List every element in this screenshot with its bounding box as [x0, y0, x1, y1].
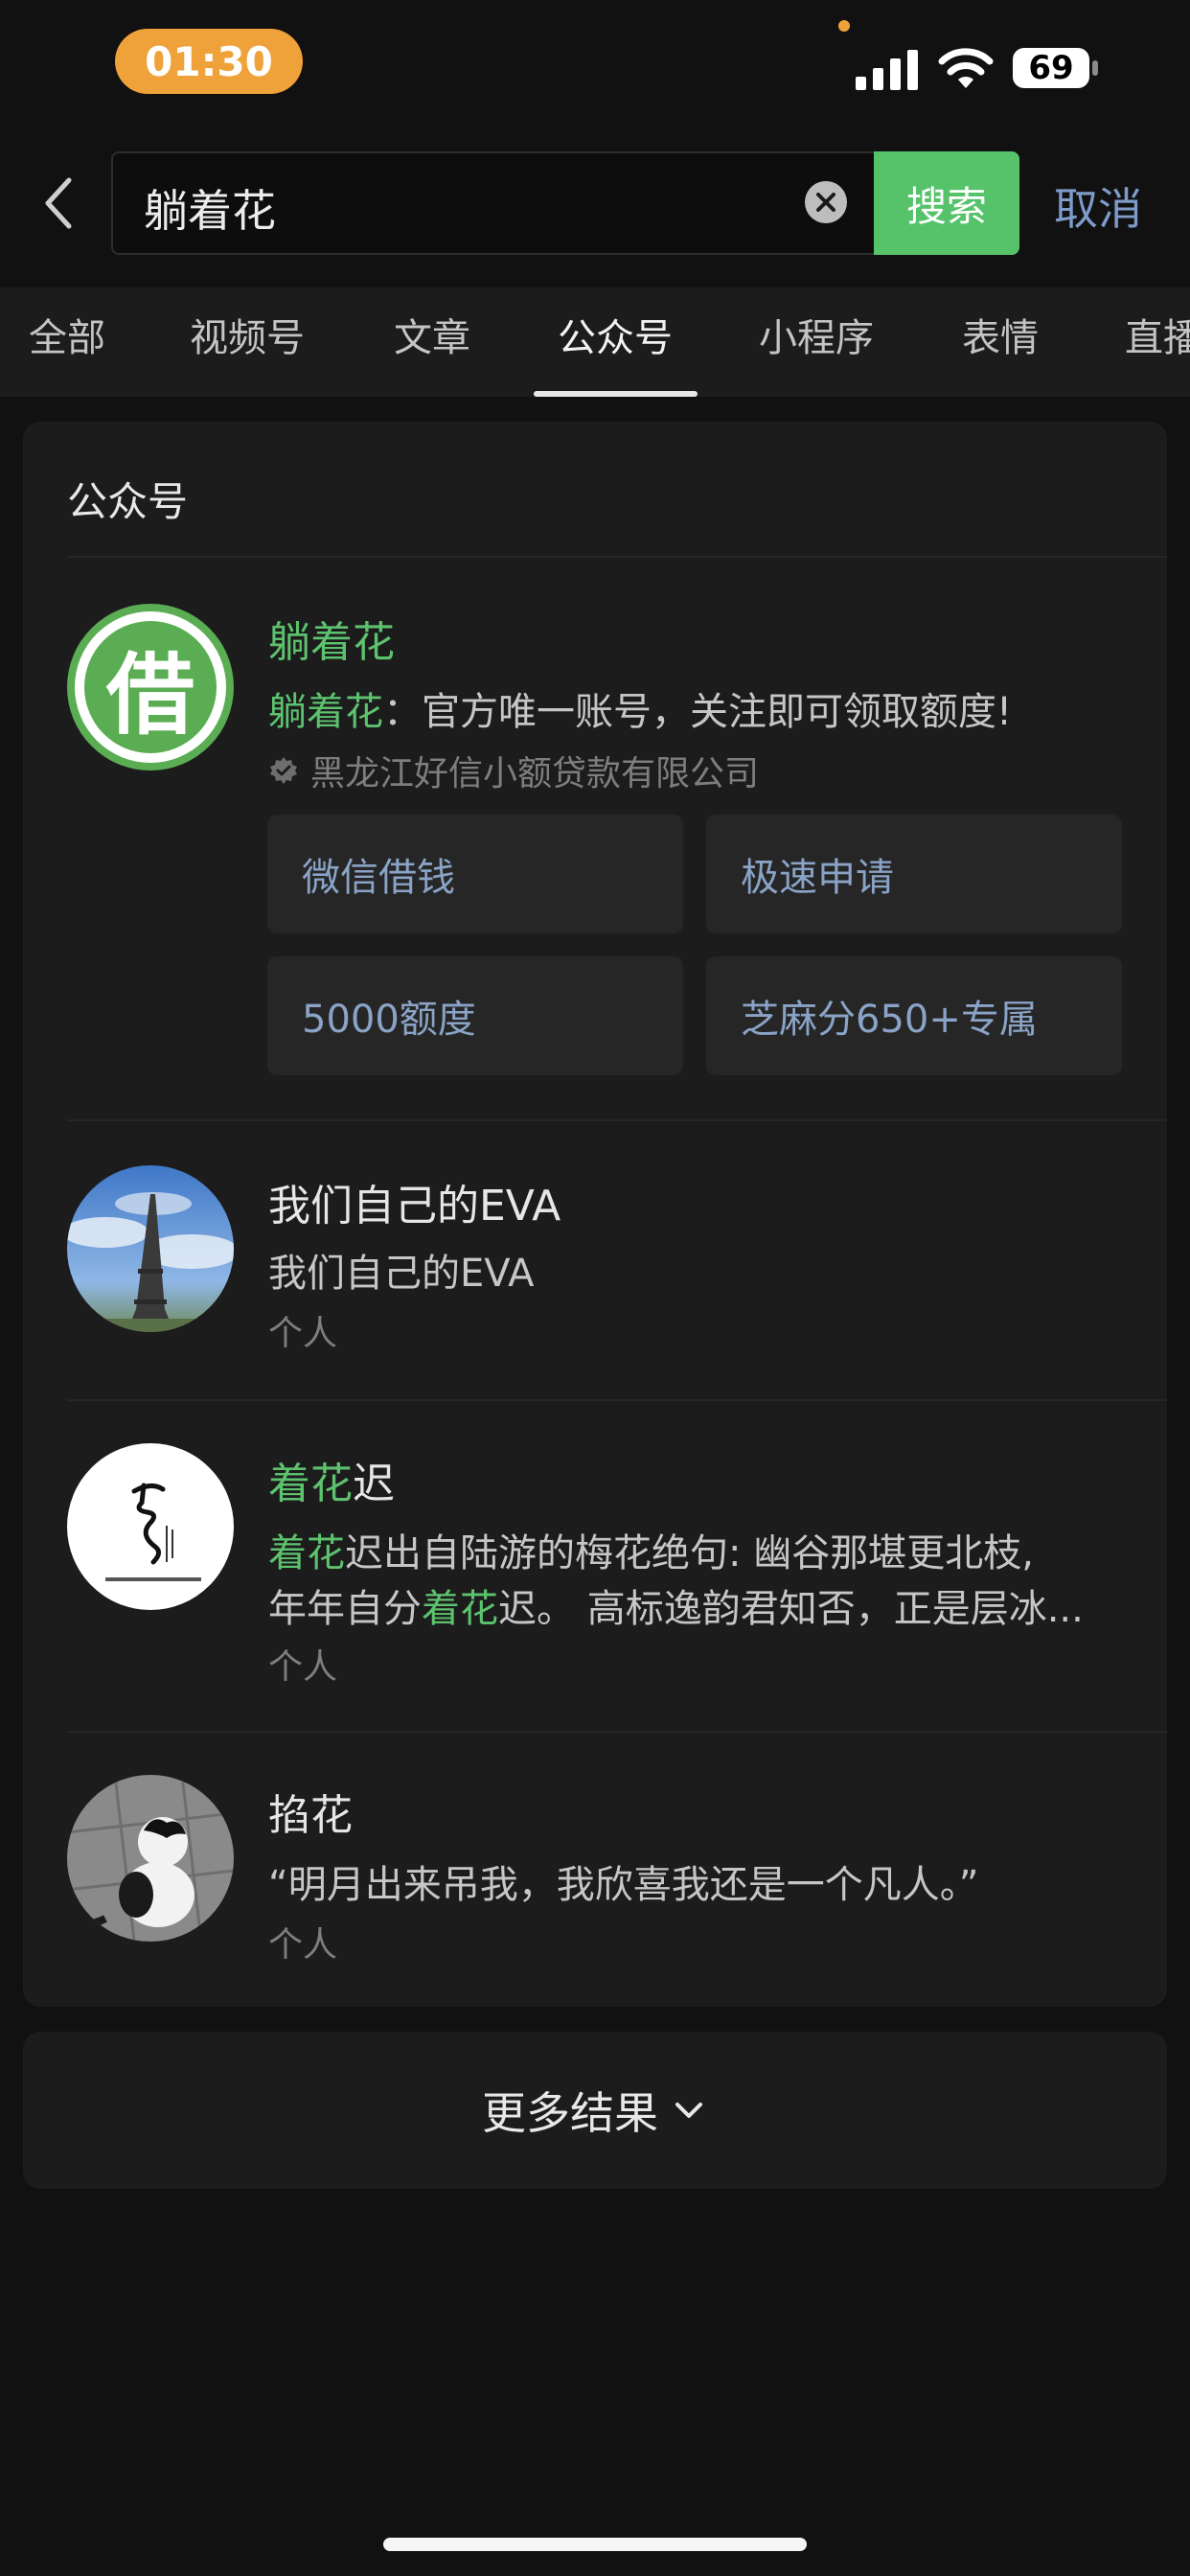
- verified-org-row: 黑龙江好信小额贷款有限公司: [268, 746, 759, 795]
- account-name[interactable]: 躺着花: [268, 608, 395, 669]
- divider: [67, 1119, 1167, 1121]
- tab-mini-programs[interactable]: 小程序: [759, 307, 874, 362]
- divider: [67, 556, 1167, 558]
- account-avatar[interactable]: [67, 1443, 234, 1610]
- desc-text: 迟出自陆游的梅花绝句: 幽谷那堪更北枝,: [345, 1531, 1034, 1576]
- desc-text: 年年自分: [268, 1587, 422, 1631]
- status-time: 01:30: [115, 29, 303, 94]
- avatar-glyph: 借: [84, 621, 217, 753]
- search-query-text[interactable]: 躺着花: [144, 176, 276, 240]
- quick-link-sesame-score[interactable]: 芝麻分650+专属: [706, 956, 1122, 1075]
- active-tab-indicator: [534, 391, 698, 397]
- account-name[interactable]: 着花迟: [268, 1449, 395, 1510]
- account-avatar[interactable]: 借: [67, 604, 234, 770]
- account-name[interactable]: 掐花: [268, 1781, 353, 1842]
- divider: [67, 1399, 1167, 1401]
- account-description-line1: 着花迟出自陆游的梅花绝句: 幽谷那堪更北枝,: [268, 1522, 1034, 1577]
- desc-highlight: 躺着花: [268, 690, 383, 734]
- more-results-button[interactable]: 更多结果: [23, 2032, 1167, 2189]
- tab-channels[interactable]: 视频号: [190, 307, 305, 362]
- back-arrow-icon[interactable]: [38, 172, 82, 234]
- verified-org-name: 黑龙江好信小额贷款有限公司: [310, 754, 760, 794]
- account-description: 躺着花：官方唯一账号，关注即可领取额度!: [268, 680, 1012, 736]
- desc-text: 迟。 高标逸韵君知否，正是层冰...: [498, 1587, 1084, 1631]
- battery-icon: 69: [1012, 47, 1100, 89]
- account-description-line2: 年年自分着花迟。 高标逸韵君知否，正是层冰...: [268, 1577, 1084, 1633]
- chevron-down-icon: [675, 2103, 702, 2118]
- account-description: “明月出来吊我，我欣喜我还是一个凡人。”: [268, 1863, 979, 1907]
- tab-official-accounts[interactable]: 公众号: [558, 307, 673, 362]
- calligraphy-logo-icon: [105, 1483, 201, 1581]
- verified-badge-icon: [270, 757, 297, 784]
- cancel-button[interactable]: 取消: [1054, 174, 1142, 238]
- clear-search-icon[interactable]: [804, 180, 848, 224]
- privacy-indicator-dot: [838, 20, 850, 32]
- battery-level: 69: [1028, 49, 1074, 87]
- more-results-label: 更多结果: [482, 2087, 658, 2139]
- tab-all[interactable]: 全部: [29, 307, 105, 362]
- divider: [67, 1731, 1167, 1733]
- tab-live[interactable]: 直播: [1125, 307, 1190, 362]
- tab-stickers[interactable]: 表情: [962, 307, 1039, 362]
- quick-link-fast-apply[interactable]: 极速申请: [706, 815, 1122, 933]
- cellular-signal-icon: [856, 50, 918, 90]
- search-button[interactable]: 搜索: [874, 151, 1019, 255]
- quick-link-wechat-borrow[interactable]: 微信借钱: [267, 815, 683, 933]
- desc-highlight: 着花: [268, 1531, 345, 1576]
- wifi-icon: [938, 48, 994, 88]
- account-name[interactable]: 我们自己的EVA: [268, 1171, 561, 1232]
- desc-text: ：官方唯一账号，关注即可领取额度!: [383, 690, 1013, 734]
- desc-highlight: 着花: [422, 1587, 498, 1631]
- account-type: 个人: [268, 1314, 338, 1353]
- account-type: 个人: [268, 1925, 338, 1965]
- account-avatar[interactable]: [67, 1775, 234, 1942]
- eiffel-tower-photo: [67, 1165, 234, 1332]
- account-avatar[interactable]: [67, 1165, 234, 1332]
- section-title: 公众号: [67, 478, 189, 525]
- tab-articles[interactable]: 文章: [394, 307, 470, 362]
- name-highlight: 着花: [268, 1460, 353, 1508]
- account-type: 个人: [268, 1647, 338, 1687]
- quick-link-5000-quota[interactable]: 5000额度: [267, 956, 683, 1075]
- account-description: 我们自己的EVA: [268, 1252, 535, 1296]
- home-indicator[interactable]: [383, 2538, 807, 2551]
- name-rest: 迟: [353, 1460, 395, 1508]
- cat-photo: [67, 1775, 234, 1942]
